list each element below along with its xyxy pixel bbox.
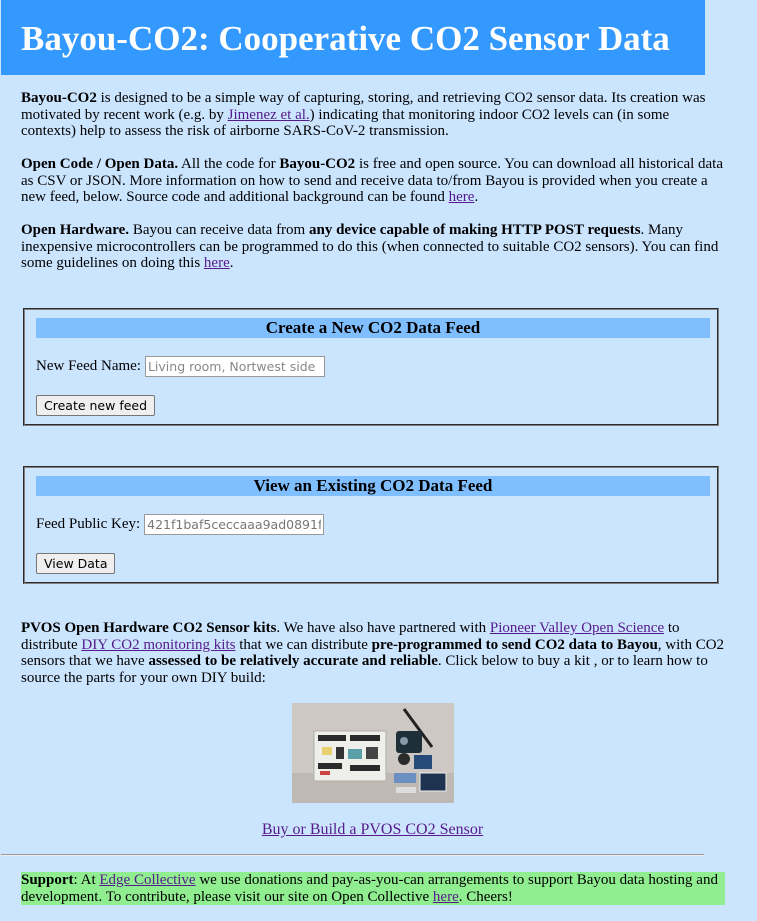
open-hardware-heading: Open Hardware.: [21, 222, 130, 238]
view-feed-panel: View an Existing CO2 Data Feed Feed Publ…: [23, 466, 719, 584]
title-banner: Bayou-CO2: Cooperative CO2 Sensor Data: [1, 0, 705, 75]
new-feed-name-label: New Feed Name:: [36, 358, 141, 374]
feed-public-key-row: Feed Public Key:: [36, 514, 325, 535]
view-feed-header: View an Existing CO2 Data Feed: [36, 476, 710, 496]
open-collective-link[interactable]: here: [433, 889, 459, 905]
source-code-link[interactable]: here: [449, 189, 475, 205]
horizontal-divider: [1, 854, 704, 856]
diy-kits-link[interactable]: DIY CO2 monitoring kits: [81, 637, 235, 653]
new-feed-name-input[interactable]: [144, 356, 325, 377]
open-code-heading: Open Code / Open Data.: [21, 156, 179, 172]
support-box: Support: At Edge Collective we use donat…: [21, 872, 725, 905]
create-feed-panel: Create a New CO2 Data Feed New Feed Name…: [23, 308, 719, 426]
open-hardware-paragraph: Open Hardware. Bayou can receive data fr…: [21, 222, 719, 271]
guidelines-link[interactable]: here: [204, 255, 230, 271]
create-feed-header: Create a New CO2 Data Feed: [36, 318, 710, 338]
intro-paragraph: Bayou-CO2 is designed to be a simple way…: [21, 90, 706, 139]
pioneer-valley-link[interactable]: Pioneer Valley Open Science: [490, 620, 664, 636]
page-title: Bayou-CO2: Cooperative CO2 Sensor Data: [21, 19, 670, 58]
buy-or-build-link[interactable]: Buy or Build a PVOS CO2 Sensor: [262, 821, 483, 838]
edge-collective-link[interactable]: Edge Collective: [99, 872, 195, 888]
jimenez-link[interactable]: Jimenez et al.: [228, 107, 310, 123]
create-new-feed-button[interactable]: Create new feed: [36, 395, 156, 416]
open-code-paragraph: Open Code / Open Data. All the code for …: [21, 156, 724, 205]
intro-brand: Bayou-CO2: [21, 90, 97, 106]
kits-heading: PVOS Open Hardware CO2 Sensor kits: [21, 620, 277, 636]
support-heading: Support: [21, 872, 74, 888]
view-data-button[interactable]: View Data: [36, 553, 116, 574]
kits-paragraph: PVOS Open Hardware CO2 Sensor kits. We h…: [21, 620, 725, 686]
new-feed-name-row: New Feed Name:: [36, 356, 325, 377]
kit-photo-illustration: [292, 703, 454, 803]
buy-link-container: Buy or Build a PVOS CO2 Sensor: [0, 821, 745, 839]
feed-public-key-label: Feed Public Key:: [36, 516, 141, 532]
feed-public-key-input[interactable]: [144, 514, 325, 535]
co2-sensor-kit-image[interactable]: [292, 703, 454, 803]
